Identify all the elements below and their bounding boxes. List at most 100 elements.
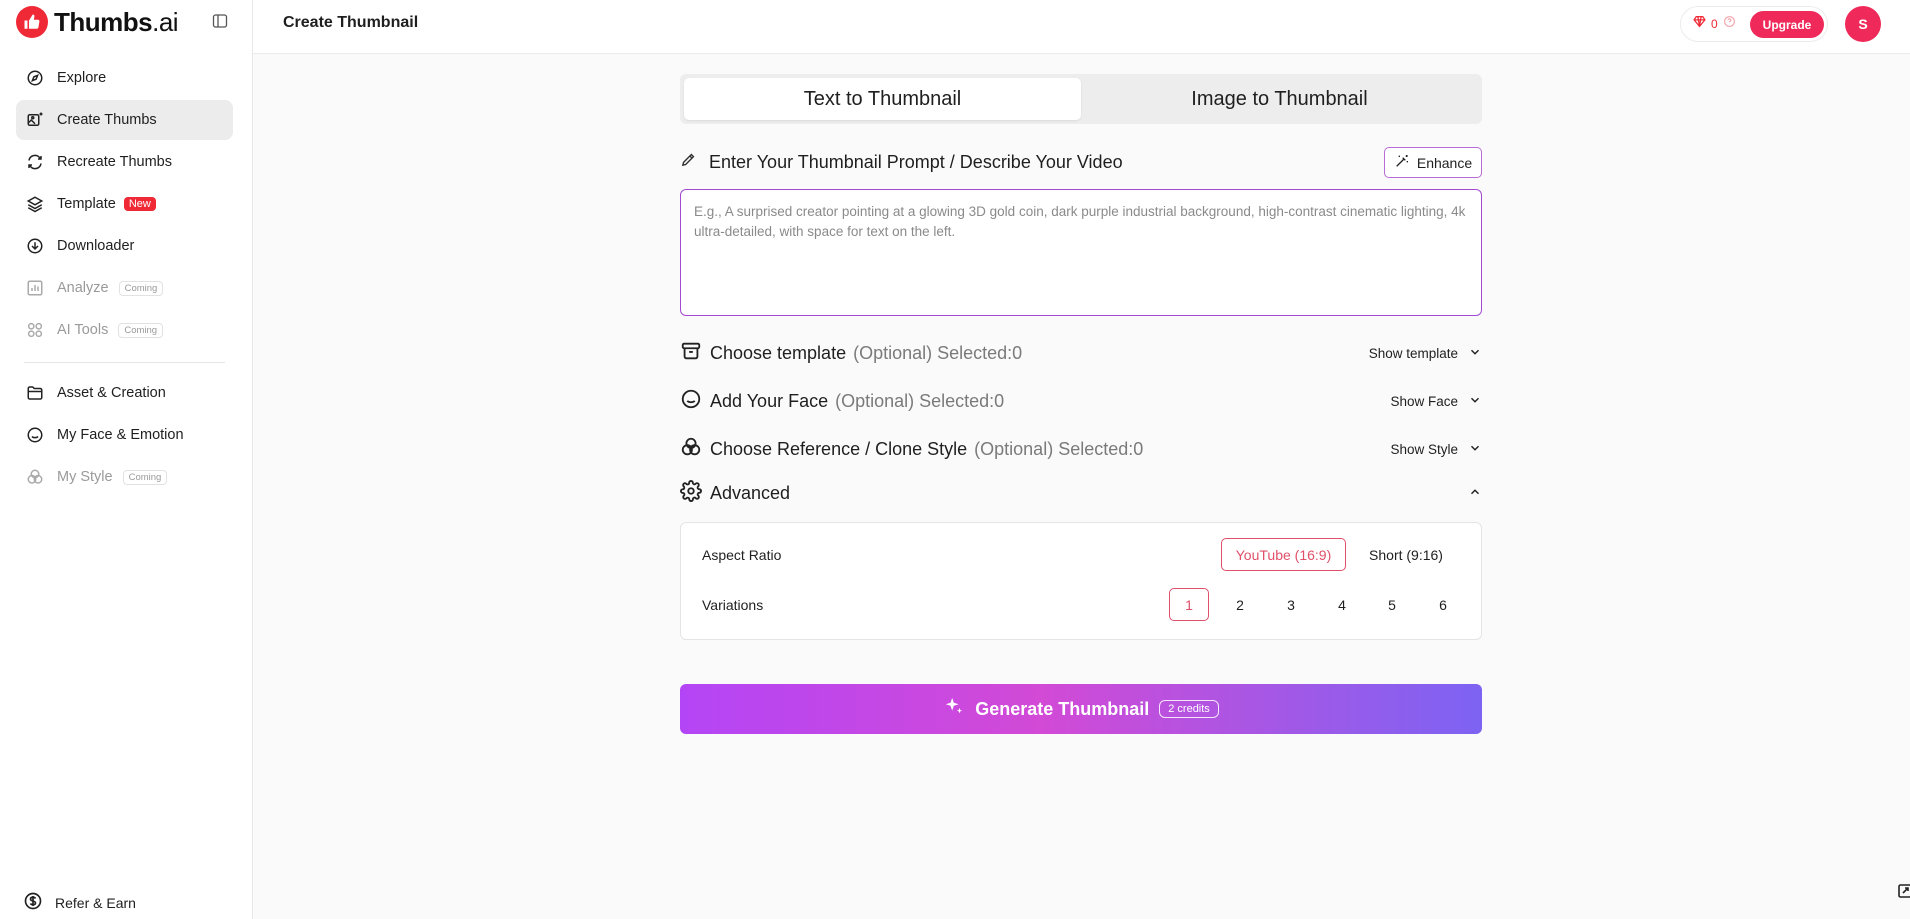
advanced-row[interactable]: Advanced [680, 479, 1482, 506]
sidebar-item-analyze[interactable]: Analyze Coming [16, 268, 233, 308]
add-face-row[interactable]: Add Your Face (Optional) Selected:0 Show… [680, 388, 1482, 414]
image-sparkle-icon [25, 110, 45, 130]
enhance-button[interactable]: Enhance [1384, 147, 1482, 178]
show-face-toggle[interactable]: Show Face [1390, 393, 1482, 410]
sidebar-item-recreate-thumbs[interactable]: Recreate Thumbs [16, 142, 233, 182]
chevron-down-icon [1468, 441, 1482, 458]
aspect-ratio-label: Aspect Ratio [702, 547, 782, 563]
sidebar-item-label: Analyze [57, 280, 109, 296]
diamond-icon [1693, 15, 1706, 33]
advanced-title: Advanced [710, 482, 791, 503]
variation-option[interactable]: 2 [1220, 588, 1260, 621]
mode-tabs: Text to Thumbnail Image to Thumbnail [680, 74, 1482, 124]
dollar-circle-icon [23, 891, 43, 914]
aspect-short-button[interactable]: Short (9:16) [1356, 538, 1456, 571]
variations-label: Variations [702, 597, 764, 613]
help-circle-icon[interactable] [1723, 15, 1736, 33]
sidebar-nav-main: Explore Create Thumbs Recreate Thumbs Te… [16, 58, 233, 352]
sidebar-item-my-face-emotion[interactable]: My Face & Emotion [16, 415, 233, 455]
show-template-label: Show template [1368, 345, 1458, 361]
template-selected: (Optional) Selected:0 [853, 342, 1023, 363]
face-title: Add Your Face [710, 390, 829, 411]
sidebar-item-label: Recreate Thumbs [57, 154, 172, 170]
refer-earn-label: Refer & Earn [55, 894, 136, 911]
credits-pill: 0 Upgrade [1680, 6, 1828, 42]
page-title: Create Thumbnail [283, 14, 419, 31]
sidebar-item-label: Explore [57, 70, 107, 86]
sidebar-item-downloader[interactable]: Downloader [16, 226, 233, 266]
chevron-down-icon [1468, 393, 1482, 410]
style-circles-icon [680, 436, 702, 463]
tab-image-to-thumbnail[interactable]: Image to Thumbnail [1081, 78, 1478, 120]
show-template-toggle[interactable]: Show template [1369, 345, 1482, 362]
template-title: Choose template [710, 342, 847, 363]
sidebar-item-label: Downloader [57, 238, 135, 254]
brand-name: Thumbs.ai [54, 6, 179, 37]
coming-badge: Coming [118, 322, 164, 338]
advanced-panel: Aspect Ratio YouTube (16:9) Short (9:16)… [680, 522, 1482, 640]
enhance-label: Enhance [1416, 154, 1473, 171]
variation-option[interactable]: 1 [1169, 588, 1209, 621]
show-style-toggle[interactable]: Show Style [1390, 441, 1482, 458]
variation-option[interactable]: 5 [1372, 588, 1412, 621]
tab-text-to-thumbnail[interactable]: Text to Thumbnail [684, 78, 1081, 120]
style-selected: (Optional) Selected:0 [974, 438, 1144, 459]
refer-earn-link[interactable]: Refer & Earn [23, 891, 136, 914]
create-thumbnail-form: Text to Thumbnail Image to Thumbnail Ent… [680, 74, 1482, 734]
coming-badge: Coming [118, 280, 164, 296]
sidebar-item-ai-tools[interactable]: AI Tools Coming [16, 310, 233, 350]
compass-icon [25, 68, 45, 88]
thumbs-up-logo-icon [16, 6, 48, 38]
clone-style-row[interactable]: Choose Reference / Clone Style (Optional… [680, 436, 1482, 462]
variation-option[interactable]: 3 [1271, 588, 1311, 621]
folder-icon [25, 383, 45, 403]
external-edit-icon[interactable] [1898, 882, 1910, 900]
generate-label: Generate Thumbnail [975, 698, 1150, 719]
sidebar-nav-library: Asset & Creation My Face & Emotion My St… [16, 373, 233, 499]
chevron-up-icon [1468, 485, 1482, 502]
grid-circles-icon [25, 320, 45, 340]
show-face-label: Show Face [1390, 393, 1458, 409]
sidebar-item-label: Create Thumbs [57, 112, 157, 128]
style-title: Choose Reference / Clone Style [710, 438, 968, 459]
advanced-collapse-toggle[interactable] [1468, 485, 1482, 502]
archive-icon [680, 340, 702, 367]
face-icon [25, 425, 45, 445]
variation-option[interactable]: 4 [1322, 588, 1362, 621]
layers-icon [25, 194, 45, 214]
sidebar-item-label: My Face & Emotion [57, 427, 184, 443]
generate-thumbnail-button[interactable]: Generate Thumbnail 2 credits [680, 684, 1482, 734]
show-style-label: Show Style [1390, 441, 1458, 457]
sidebar-item-label: My Style [57, 469, 113, 485]
new-badge: New [123, 197, 156, 211]
sidebar-item-my-style[interactable]: My Style Coming [16, 457, 233, 497]
variation-option[interactable]: 6 [1423, 588, 1463, 621]
sidebar-item-label: AI Tools [57, 322, 109, 338]
choose-template-row[interactable]: Choose template (Optional) Selected:0 Sh… [680, 340, 1482, 366]
credits-count: 0 [1711, 17, 1718, 31]
refresh-icon [25, 152, 45, 172]
sidebar-item-asset-creation[interactable]: Asset & Creation [16, 373, 233, 413]
prompt-header: Enter Your Thumbnail Prompt / Describe Y… [680, 146, 1482, 178]
sidebar-item-template[interactable]: Template New [16, 184, 233, 224]
top-header: Create Thumbnail 0 Upgrade S [253, 0, 1910, 54]
sidebar-item-create-thumbs[interactable]: Create Thumbs [16, 100, 233, 140]
sidebar-toggle-icon[interactable] [212, 13, 228, 29]
sidebar: Thumbs.ai Explore Create Thumbs Recreate… [0, 0, 253, 919]
aspect-youtube-button[interactable]: YouTube (16:9) [1221, 538, 1346, 571]
credits-cost-badge: 2 credits [1159, 700, 1219, 718]
download-circle-icon [25, 236, 45, 256]
sidebar-item-explore[interactable]: Explore [16, 58, 233, 98]
face-selected: (Optional) Selected:0 [835, 390, 1005, 411]
style-circles-icon [25, 467, 45, 487]
sidebar-item-label: Asset & Creation [57, 385, 166, 401]
avatar[interactable]: S [1845, 6, 1881, 42]
face-icon [680, 388, 702, 415]
bar-chart-icon [25, 278, 45, 298]
pencil-icon [680, 151, 697, 173]
sparkle-icon [943, 696, 965, 723]
upgrade-button[interactable]: Upgrade [1750, 11, 1824, 38]
brand-logo[interactable]: Thumbs.ai [16, 6, 179, 38]
prompt-input[interactable] [680, 189, 1482, 316]
sidebar-item-label: Template [57, 196, 116, 212]
